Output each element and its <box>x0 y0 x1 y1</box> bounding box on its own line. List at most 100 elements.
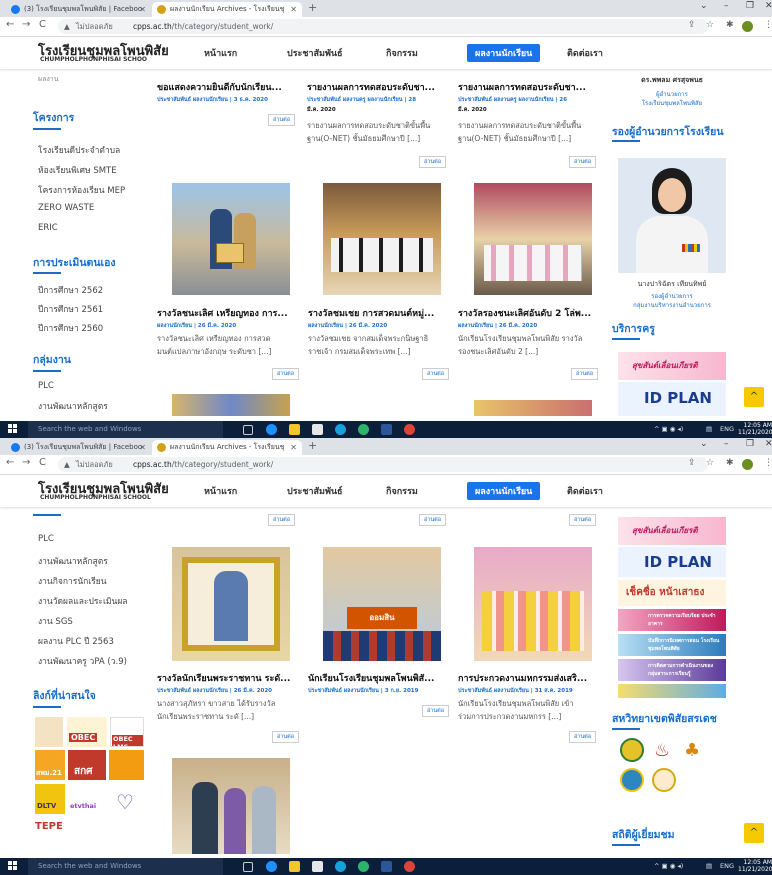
tab-facebook[interactable]: (3) โรงเรียนชุมพลโพนพิสัย | Faceboo ✕ <box>6 440 151 455</box>
id-plan-banner[interactable]: ID PLAN <box>618 547 726 577</box>
menu-student-work[interactable]: ผลงานนักเรียน <box>467 44 541 62</box>
line-icon[interactable] <box>358 424 369 435</box>
profile-avatar[interactable] <box>742 21 753 32</box>
logo-tepe-row[interactable]: TEPE <box>35 819 145 835</box>
read-more-button[interactable]: อ่านต่อ <box>569 731 597 743</box>
sidebar-item[interactable]: ผลงาน PLC ปี 2563 <box>38 634 114 648</box>
task-view-icon[interactable] <box>243 425 253 435</box>
close-tab-icon[interactable]: ✕ <box>139 440 146 455</box>
logo-ospk[interactable]: สกศ <box>68 750 106 780</box>
store-icon[interactable] <box>312 861 323 872</box>
read-more-button[interactable]: อ่านต่อ <box>422 368 450 380</box>
notification-icon[interactable]: ▤ <box>706 425 712 433</box>
sidebar-item[interactable]: ห้องเรียนพิเศษ SMTE <box>38 163 117 177</box>
reload-icon[interactable]: C <box>39 457 46 468</box>
post-photo[interactable] <box>172 394 290 416</box>
maximize-icon[interactable]: ❐ <box>746 1 754 11</box>
chrome-icon[interactable] <box>404 861 415 872</box>
sidebar-item[interactable]: ปีการศึกษา 2562 <box>38 283 103 297</box>
tab-student-work[interactable]: ผลงานนักเรียน Archives - โรงเรียนชุ ✕ <box>152 440 302 455</box>
browser-icon[interactable] <box>335 424 346 435</box>
menu-contact[interactable]: ติดต่อเรา <box>567 484 603 498</box>
sidebar-item[interactable]: งานพัฒนาหลักสูตร <box>38 399 108 413</box>
read-more-button[interactable]: อ่านต่อ <box>419 514 447 526</box>
id-plan-banner[interactable]: ID PLAN <box>618 382 726 416</box>
address-bar[interactable]: ▲ ไม่ปลอดภัย cpps.ac.th/th/category/stud… <box>58 19 708 34</box>
edge-icon[interactable] <box>266 861 277 872</box>
chrome-menu-icon[interactable]: ⋮ <box>764 20 772 30</box>
window-close-icon[interactable]: ✕ <box>765 1 772 11</box>
post-title[interactable]: รายงานผลการทดสอบระดับชา... <box>307 80 447 94</box>
back-icon[interactable]: ← <box>6 457 14 468</box>
school-emblem[interactable]: ♨ <box>652 738 674 762</box>
post-title[interactable]: การประกวดงานมหกรรมส่งเสริ... <box>458 671 606 685</box>
word-icon[interactable] <box>381 424 392 435</box>
sidebar-item[interactable]: ZERO WASTE <box>38 203 94 213</box>
new-tab-icon[interactable]: + <box>308 439 317 452</box>
sidebar-item[interactable]: งานกิจการนักเรียน <box>38 574 107 588</box>
post-title[interactable]: รางวัลรองชนะเลิศอันดับ 2 โล่พ... <box>458 306 606 320</box>
post-title[interactable]: รางวัลนักเรียนพระราชทาน ระดั... <box>157 671 305 685</box>
line-icon[interactable] <box>358 861 369 872</box>
logo-etvthai[interactable]: etvthai <box>68 784 102 814</box>
promotion-banner[interactable]: สุขสันต์เลื่อนเกียรติ <box>618 352 726 380</box>
taskbar-search[interactable]: Search the web and Windows <box>28 858 223 875</box>
scroll-to-top-button[interactable]: ^ <box>744 387 764 407</box>
post-photo[interactable] <box>474 183 592 295</box>
share-icon[interactable]: ⇪ <box>688 20 696 30</box>
clock[interactable]: 12:05 AM 11/21/2020 <box>738 859 772 873</box>
post-title[interactable]: ขอแสดงความยินดีกับนักเรียน... <box>157 80 295 94</box>
extensions-icon[interactable]: ✱ <box>726 20 734 30</box>
address-bar[interactable]: ▲ ไม่ปลอดภัย cpps.ac.th/th/category/stud… <box>58 457 708 472</box>
back-icon[interactable]: ← <box>6 19 14 30</box>
windows-start-icon[interactable] <box>8 424 18 434</box>
sidebar-item[interactable]: งานวัดผลและประเมินผล <box>38 594 128 608</box>
read-more-button[interactable]: อ่านต่อ <box>422 705 450 717</box>
menu-activities[interactable]: กิจกรรม <box>386 484 418 498</box>
teaching-supervision-banner[interactable]: บันทึกการนิเทศการสอน โรงเรียนชุมพลโพนพิส… <box>618 634 726 656</box>
school-emblem[interactable] <box>652 768 676 792</box>
sidebar-item[interactable]: ปีการศึกษา 2560 <box>38 321 103 335</box>
edge-icon[interactable] <box>266 424 277 435</box>
minimize-icon[interactable]: – <box>724 439 729 449</box>
read-more-button[interactable]: อ่านต่อ <box>569 514 597 526</box>
bookmark-star-icon[interactable]: ☆ <box>706 458 714 468</box>
menu-home[interactable]: หน้าแรก <box>204 484 237 498</box>
menu-activities[interactable]: กิจกรรม <box>386 46 418 60</box>
sidebar-item[interactable]: PLC <box>38 381 54 391</box>
sidebar-item[interactable]: งานพัฒนาครู วPA (ว.9) <box>38 654 127 668</box>
menu-pr[interactable]: ประชาสัมพันธ์ <box>287 46 343 60</box>
promotion-banner[interactable]: สุขสันต์เลื่อนเกียรติ <box>618 517 726 545</box>
school-emblem[interactable] <box>620 738 644 762</box>
post-photo[interactable] <box>172 547 290 661</box>
maximize-icon[interactable]: ❐ <box>746 439 754 449</box>
system-tray-icons[interactable]: ^ ▣ ◉ ◂) <box>654 862 683 870</box>
sidebar-item[interactable]: งาน SGS <box>38 614 73 628</box>
post-photo[interactable] <box>474 547 592 661</box>
browser-icon[interactable] <box>335 861 346 872</box>
clock[interactable]: 12:05 AM 11/21/2020 <box>738 422 772 436</box>
notification-icon[interactable]: ▤ <box>706 862 712 870</box>
school-emblem[interactable]: ♣ <box>682 738 704 762</box>
school-emblem[interactable] <box>620 768 644 792</box>
language-indicator[interactable]: ENG <box>720 862 734 870</box>
tab-search-chevron-icon[interactable]: ⌄ <box>700 439 708 449</box>
language-indicator[interactable]: ENG <box>720 425 734 433</box>
windows-start-icon[interactable] <box>8 861 18 871</box>
store-icon[interactable] <box>312 424 323 435</box>
thin-banner[interactable] <box>618 684 726 698</box>
logo-spm21[interactable]: สพม.21 <box>35 750 65 780</box>
sidebar-item[interactable]: PLC <box>38 534 54 544</box>
word-icon[interactable] <box>381 861 392 872</box>
heart-icon[interactable]: ♡ <box>108 784 144 814</box>
system-tray-icons[interactable]: ^ ▣ ◉ ◂) <box>654 425 683 433</box>
taskbar-search[interactable]: Search the web and Windows <box>28 421 223 438</box>
read-more-button[interactable]: อ่านต่อ <box>268 514 296 526</box>
post-photo[interactable] <box>172 758 290 854</box>
logo-partner[interactable] <box>109 750 144 780</box>
sidebar-item[interactable]: ERIC <box>38 223 58 233</box>
menu-home[interactable]: หน้าแรก <box>204 46 237 60</box>
read-more-button[interactable]: อ่านต่อ <box>571 368 599 380</box>
forward-icon[interactable]: → <box>22 19 30 30</box>
sidebar-item[interactable]: โครงการห้องเรียน MEP <box>38 183 125 197</box>
